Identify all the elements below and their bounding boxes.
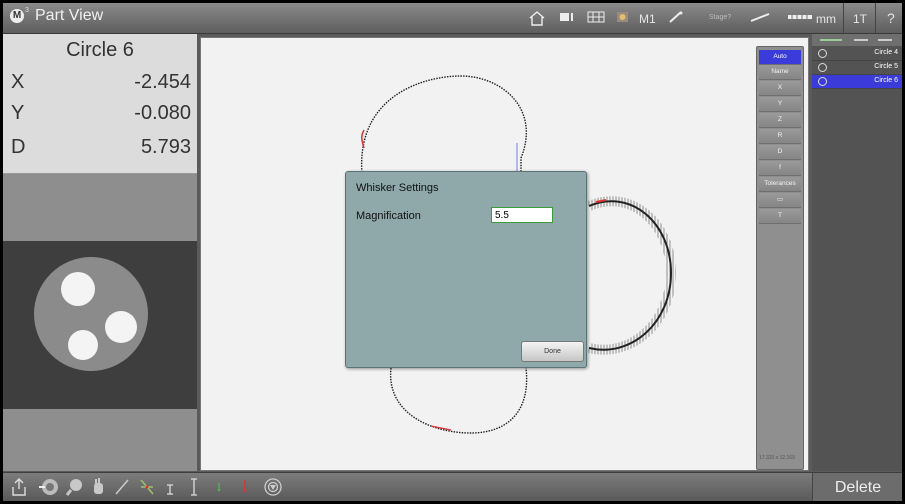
m1-label[interactable]: M1 (639, 12, 656, 26)
app-logo: M (10, 9, 24, 23)
whisker-settings-dialog: Whisker Settings Magnification Done (345, 171, 587, 368)
tool-label[interactable]: 1T (853, 12, 867, 26)
measure-column: Auto Name X Y Z R D f Tolerances ▭ T (756, 46, 804, 470)
axis-label: D (11, 136, 26, 158)
dro-panel: Circle 6 X -2.454 Y -0.080 D 5.793 (3, 34, 197, 174)
feature-item[interactable]: Circle 5 (812, 61, 902, 75)
app-title: Part View (35, 7, 104, 24)
divider (875, 3, 876, 33)
left-spacer (3, 174, 197, 241)
feature-list-panel: Circle 4 Circle 5 Circle 6 (812, 34, 902, 471)
r-button[interactable]: R (759, 129, 801, 144)
x-button[interactable]: X (759, 81, 801, 96)
auto-button[interactable]: Auto (759, 50, 801, 65)
hole-image (105, 311, 137, 343)
units-label[interactable]: mm (816, 12, 836, 26)
app-logo-sup: 3 (25, 7, 29, 14)
dialog-title: Whisker Settings (356, 182, 439, 194)
axis-value: -2.454 (134, 71, 191, 93)
f-button[interactable]: f (759, 161, 801, 176)
bottom-toolbar: Delete (3, 472, 902, 501)
measured-arc[interactable] (390, 367, 528, 434)
green-marker-icon[interactable] (213, 477, 225, 501)
name-button[interactable]: Name (759, 65, 801, 80)
hand-icon[interactable] (89, 477, 107, 501)
y-button[interactable]: Y (759, 97, 801, 112)
tolerances-button[interactable]: Tolerances (759, 177, 801, 192)
report-button[interactable]: ▭ (759, 193, 801, 208)
title-bar: M 3 Part View M1 Stage? mm 1T ? (3, 3, 902, 34)
grid-view-icon[interactable] (587, 10, 605, 28)
hole-image (68, 330, 98, 360)
distance-small-icon[interactable] (163, 477, 177, 501)
coordinate-readout: 17.320 x 12.169 (759, 455, 795, 461)
dro-row-d: D 5.793 (11, 136, 191, 166)
app-window: M 3 Part View M1 Stage? mm 1T ? Circle 6… (3, 3, 902, 501)
axis-tool-icon[interactable] (137, 477, 157, 501)
circle-feature-icon (818, 77, 827, 86)
measure-icon[interactable] (39, 477, 61, 501)
feature-name: Circle 6 (66, 39, 134, 61)
delete-button[interactable]: Delete (812, 473, 902, 501)
camera-preview[interactable] (3, 241, 197, 409)
axis-value: -0.080 (134, 102, 191, 124)
feature-item-label: Circle 5 (874, 63, 898, 70)
axis-label: Y (11, 102, 25, 124)
distance-large-icon[interactable] (187, 477, 201, 501)
axis-value: 5.793 (140, 136, 191, 158)
ruler-icon[interactable] (787, 10, 813, 28)
probe-icon[interactable] (667, 10, 685, 28)
feature-item-label: Circle 4 (874, 49, 898, 56)
text-button[interactable]: T (759, 209, 801, 224)
target-icon[interactable] (263, 477, 283, 501)
light-icon[interactable] (615, 10, 631, 28)
z-button[interactable]: Z (759, 113, 801, 128)
home-icon[interactable] (528, 10, 546, 30)
header-bar (820, 39, 842, 41)
axis-label: X (11, 71, 25, 93)
dro-row-x: X -2.454 (11, 71, 191, 101)
help-button[interactable]: ? (887, 10, 895, 26)
divider (843, 3, 844, 33)
red-marker-icon[interactable] (239, 477, 251, 501)
header-bar (878, 39, 892, 41)
zoom-icon[interactable] (65, 477, 85, 501)
camera-view-icon[interactable] (559, 10, 577, 28)
circle-feature-icon (818, 49, 827, 58)
export-icon[interactable] (11, 477, 27, 501)
feature-item[interactable]: Circle 4 (812, 47, 902, 61)
done-button[interactable]: Done (521, 341, 584, 362)
magnification-label: Magnification (356, 210, 421, 222)
magnification-input[interactable] (491, 207, 553, 223)
feature-item-label: Circle 6 (874, 77, 898, 84)
left-spacer (3, 409, 197, 471)
stage-label[interactable]: Stage? (709, 14, 731, 21)
hole-image (61, 272, 95, 306)
feature-item-selected[interactable]: Circle 6 (812, 75, 902, 89)
dro-row-y: Y -0.080 (11, 102, 191, 132)
header-bar (854, 39, 868, 41)
feature-list-header (812, 34, 902, 46)
d-button[interactable]: D (759, 145, 801, 160)
circle-feature-icon (818, 63, 827, 72)
line-tool-icon[interactable] (113, 477, 131, 501)
edge-tool-icon[interactable] (749, 10, 771, 28)
